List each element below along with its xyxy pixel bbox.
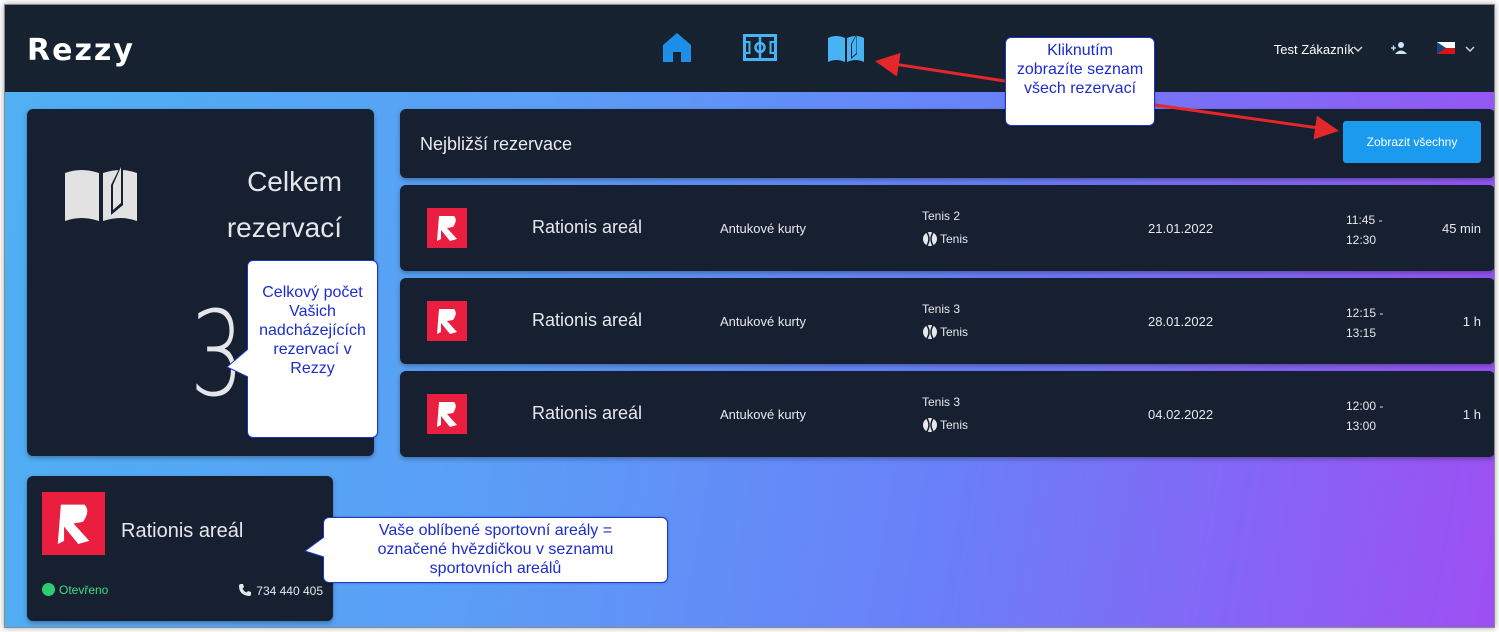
app-frame: Rezzy Test Zákazník Celkem rezervací 3 N… (4, 4, 1495, 628)
callout-tails (226, 348, 325, 558)
